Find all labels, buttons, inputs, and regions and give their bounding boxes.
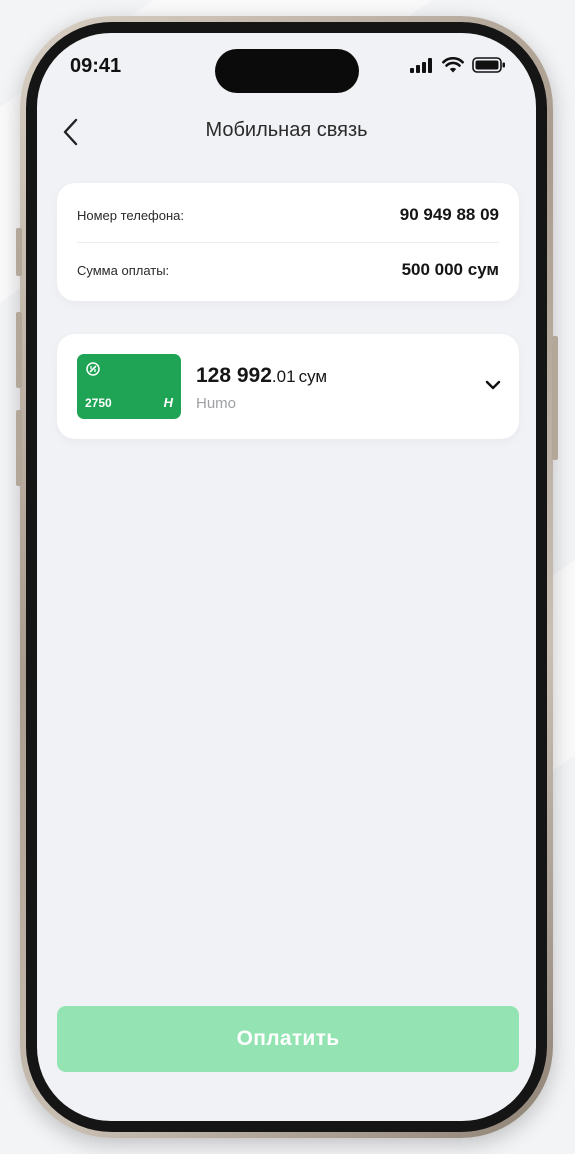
card-type: Humo: [196, 395, 237, 412]
battery-icon: [472, 57, 505, 73]
phone-action-button: [16, 228, 22, 276]
pay-button[interactable]: Оплатить: [57, 1006, 519, 1072]
app-screen: 09:41 Мобильная связь Номер телефона: 90…: [37, 33, 536, 1121]
payment-amount-value: 500 000 сум: [401, 260, 499, 279]
wifi-icon: [442, 57, 464, 73]
phone-volume-up-button: [16, 312, 22, 388]
cellular-signal-icon: [410, 57, 432, 73]
card-last-digits: 2750: [85, 396, 112, 410]
chevron-down-icon: [485, 380, 501, 390]
payment-info-card: Номер телефона: 90 949 88 09 Сумма оплат…: [57, 183, 519, 301]
card-selector[interactable]: 2750 Н 128 992.01 сум Humo: [57, 334, 519, 439]
phone-number-row: Номер телефона: 90 949 88 09: [77, 205, 499, 225]
card-thumbnail: 2750 Н: [77, 354, 181, 419]
status-time: 09:41: [70, 55, 122, 77]
balance-currency: сум: [298, 367, 328, 386]
phone-number-label: Номер телефона:: [77, 207, 184, 223]
divider: [77, 242, 499, 243]
dynamic-island: [215, 49, 359, 93]
phone-volume-down-button: [16, 410, 22, 486]
phone-power-button: [552, 336, 558, 460]
humo-logo-icon: [86, 362, 100, 376]
balance-integer: 128 992: [196, 364, 272, 387]
page-title: Мобильная связь: [205, 119, 368, 141]
phone-number-value: 90 949 88 09: [399, 205, 499, 224]
payment-amount-row: Сумма оплаты: 500 000 сум: [77, 260, 499, 280]
payment-amount-label: Сумма оплаты:: [77, 262, 170, 278]
balance-fraction: .01: [271, 367, 296, 386]
humo-mark-icon: Н: [163, 395, 173, 410]
card-balance: 128 992.01 сум: [196, 364, 327, 388]
status-icons: [410, 57, 506, 73]
